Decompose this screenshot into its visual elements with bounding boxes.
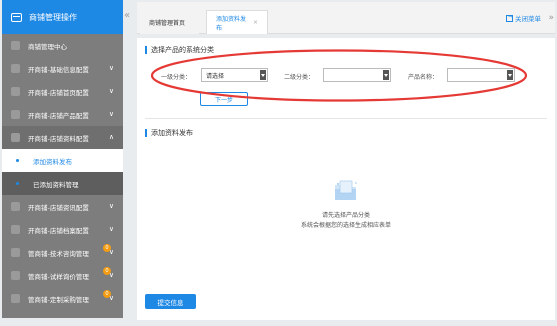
- sidebar-item-archive-config[interactable]: 开商铺-店铺档案配置 ∨: [2, 218, 123, 241]
- chevron-down-icon: ∨: [108, 225, 114, 233]
- sidebar-item-label: 商铺管理中心: [28, 42, 67, 51]
- tab-label: 商铺管理首页: [149, 19, 186, 27]
- sidebar-item-label: 开商铺-店铺产品配置: [28, 111, 89, 120]
- menu-icon: [11, 87, 20, 96]
- sidebar-subitem-label: 已添加资料管理: [33, 180, 79, 189]
- sidebar-item-material-config[interactable]: 开商铺-店铺资料配置 ∧: [2, 126, 123, 149]
- sidebar-item-sample-inquiry[interactable]: 管商铺-试样询价管理 0 ∨: [2, 264, 123, 287]
- sidebar-item-label: 管商铺-技术咨询管理: [28, 249, 89, 258]
- level2-label: 二级分类：: [284, 74, 315, 81]
- sidebar-title: 商铺管理操作: [29, 12, 77, 22]
- empty-folder-icon: [335, 180, 357, 200]
- tab-store-home[interactable]: 商铺管理首页: [140, 10, 199, 34]
- product-name-label: 产品名称：: [408, 74, 439, 81]
- sidebar-subitem-add-material[interactable]: 添加资料发布: [2, 149, 123, 172]
- store-icon: [11, 12, 22, 22]
- menu-icon: [11, 110, 20, 119]
- menu-icon: [11, 64, 20, 73]
- level2-select[interactable]: [323, 68, 391, 82]
- main-content: 选择产品的系统分类 一级分类： 请选择 二级分类： 产品名称： 下一步 添加资料…: [137, 38, 555, 320]
- sidebar-item-label: 管商铺-试样询价管理: [28, 272, 89, 281]
- section-title-category: 选择产品的系统分类: [145, 46, 214, 54]
- sidebar-item-label: 管商铺-定制采购管理: [28, 295, 89, 304]
- submit-button[interactable]: 提交信息: [145, 294, 196, 309]
- menu-icon: [11, 248, 20, 257]
- tab-add-material[interactable]: 添加资料发布 ×: [206, 10, 268, 34]
- close-menu-button[interactable]: 关闭菜单: [506, 13, 541, 23]
- empty-state-text: 请先选择产品分类: [321, 212, 370, 219]
- section-title-add-material: 添加资料发布: [145, 129, 193, 137]
- sidebar: 商铺管理操作 商铺管理中心 开商铺-基础信息配置 ∨ 开商铺-店铺首页配置 ∨ …: [2, 0, 123, 318]
- chevron-down-icon: ∨: [108, 110, 114, 118]
- sidebar-header: 商铺管理操作: [2, 0, 123, 34]
- sidebar-item-news-config[interactable]: 开商铺-店铺资讯配置 ∨: [2, 195, 123, 218]
- chevron-down-icon: ∨: [108, 271, 114, 279]
- chevron-down-icon: ∨: [108, 248, 114, 256]
- sidebar-item-product-config[interactable]: 开商铺-店铺产品配置 ∨: [2, 103, 123, 126]
- sidebar-item-basic-info[interactable]: 开商铺-基础信息配置 ∨: [2, 57, 123, 80]
- sidebar-item-label: 开商铺-基础信息配置: [28, 65, 89, 74]
- sidebar-item-center[interactable]: 商铺管理中心: [2, 34, 123, 57]
- menu-icon: [11, 41, 20, 50]
- menu-icon: [11, 271, 20, 280]
- sidebar-item-label: 开商铺-店铺资讯配置: [28, 203, 89, 212]
- exit-icon: [506, 13, 513, 22]
- chevron-down-icon: ∨: [108, 202, 114, 210]
- product-name-select[interactable]: [447, 68, 515, 82]
- menu-icon: [11, 202, 20, 211]
- next-step-button[interactable]: 下一步: [200, 92, 248, 106]
- sidebar-subitem-manage-material[interactable]: 已添加资料管理: [2, 172, 123, 195]
- sidebar-item-home-config[interactable]: 开商铺-店铺首页配置 ∨: [2, 80, 123, 103]
- more-tabs-button[interactable]: »: [548, 13, 554, 23]
- dropdown-arrow-icon: [507, 70, 513, 80]
- chevron-down-icon: ∨: [108, 294, 114, 302]
- bullet-icon: [16, 182, 19, 185]
- level1-label: 一级分类：: [161, 74, 192, 81]
- level1-select[interactable]: 请选择: [201, 68, 268, 82]
- sidebar-item-label: 开商铺-店铺首页配置: [28, 88, 89, 97]
- chevron-down-icon: ∨: [108, 87, 114, 95]
- chevron-down-icon: ∨: [108, 64, 114, 72]
- sidebar-item-custom-purchase[interactable]: 管商铺-定制采购管理 0 ∨: [2, 287, 123, 310]
- dropdown-arrow-icon: [383, 70, 389, 80]
- close-icon[interactable]: ×: [253, 19, 258, 26]
- divider: [145, 118, 547, 119]
- tab-bar: 商铺管理首页 添加资料发布 × 关闭菜单 »: [137, 2, 555, 34]
- menu-icon: [11, 294, 20, 303]
- tab-label: 添加资料发布: [216, 15, 247, 32]
- close-menu-label: 关闭菜单: [515, 15, 541, 23]
- sidebar-subitem-label: 添加资料发布: [33, 157, 72, 166]
- bullet-icon: [16, 159, 19, 162]
- chevron-up-icon: ∧: [108, 133, 114, 141]
- menu-icon: [11, 133, 20, 142]
- dropdown-arrow-icon: [260, 70, 266, 80]
- empty-state-hint: 系统会根据您的选择生成相应表单: [300, 222, 391, 229]
- sidebar-item-label: 开商铺-店铺资料配置: [28, 134, 89, 143]
- sidebar-item-tech-consult[interactable]: 管商铺-技术咨询管理 0 ∨: [2, 241, 123, 264]
- sidebar-item-label: 开商铺-店铺档案配置: [28, 226, 89, 235]
- collapse-sidebar-button[interactable]: «: [124, 10, 130, 21]
- level1-select-value: 请选择: [206, 72, 225, 80]
- menu-icon: [11, 225, 20, 234]
